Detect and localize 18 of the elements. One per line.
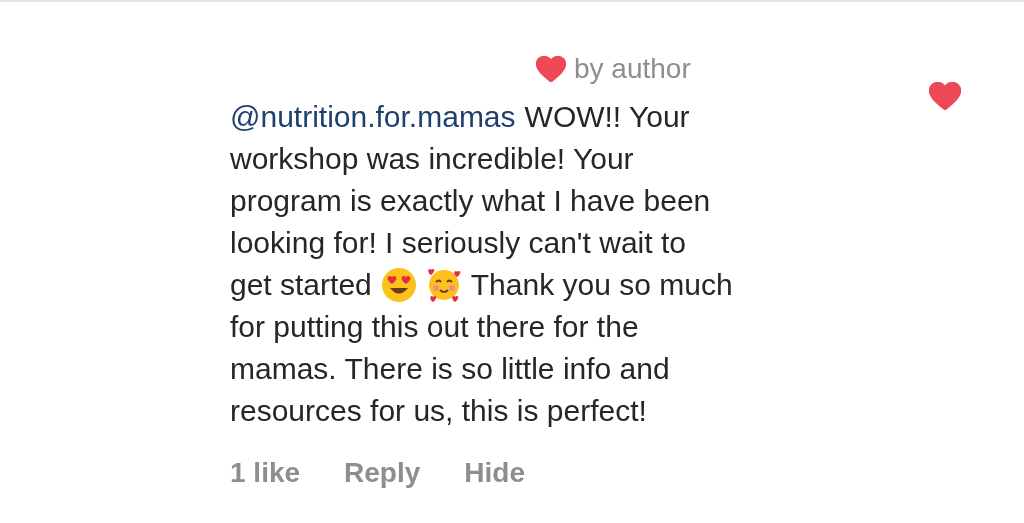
heart-eyes-emoji-icon — [380, 267, 417, 303]
comment-text: looking for! I seriously can't wait to — [230, 225, 686, 261]
comment-text: get started — [230, 267, 372, 303]
like-heart-icon[interactable] — [929, 82, 961, 111]
comment-text: resources for us, this is perfect! — [230, 393, 647, 429]
comment-text: workshop was incredible! Your — [230, 141, 634, 177]
action-button[interactable]: Reply — [344, 452, 421, 494]
comment-text: mamas. There is so little info and — [230, 351, 670, 387]
comment-text: program is exactly what I have been — [230, 183, 711, 219]
heart-icon — [536, 55, 566, 83]
likes-count[interactable]: 1 like — [230, 452, 301, 494]
comment-text: for putting this out there for the — [230, 309, 639, 345]
by-author-label: by author — [574, 52, 691, 86]
comment-text: Thank you so much — [470, 267, 733, 303]
action-button[interactable]: Hide — [464, 452, 525, 494]
smiling-hearts-emoji-icon — [425, 267, 462, 303]
mention-link[interactable]: @nutrition.for.mamas — [230, 96, 516, 138]
comment-text: WOW!! Your — [524, 99, 690, 135]
